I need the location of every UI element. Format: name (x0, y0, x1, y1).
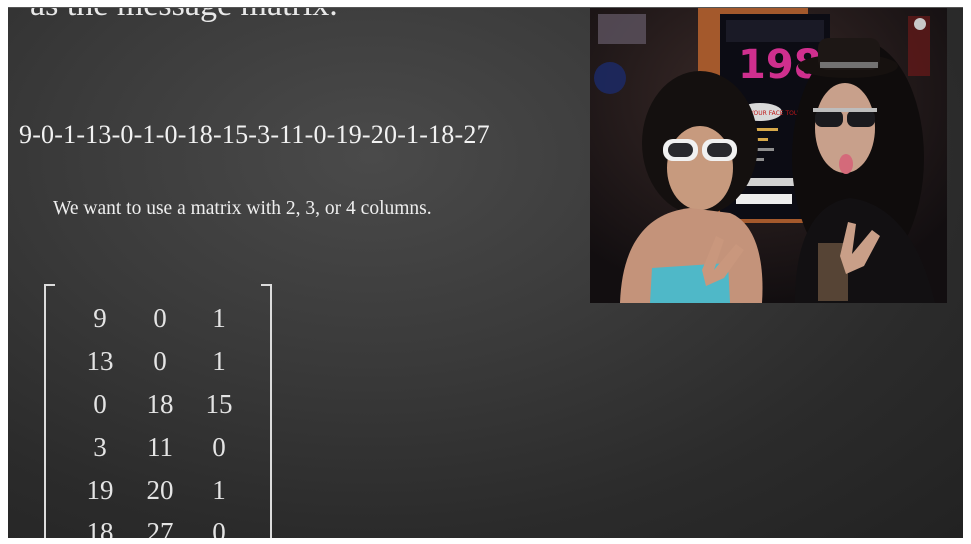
matrix-cell: 15 (205, 389, 233, 419)
matrix-cell: 3 (93, 432, 107, 462)
matrix-cell: 1 (212, 303, 226, 333)
matrix-cell: 0 (212, 432, 226, 462)
matrix-cell: 19 (86, 475, 114, 505)
number-sequence: 9-0-1-13-0-1-0-18-15-3-11-0-19-20-1-18-2… (19, 120, 490, 149)
matrix-right-bracket (261, 284, 272, 538)
matrix-cell: 11 (147, 432, 173, 462)
message-matrix: 9 0 1 13 0 1 0 18 15 3 11 0 19 20 1 18 2… (44, 284, 272, 538)
matrix-cell: 1 (212, 346, 226, 376)
matrix-cell: 0 (93, 389, 107, 419)
matrix-cell: 27 (146, 517, 174, 539)
instruction-text: We want to use a matrix with 2, 3, or 4 … (53, 198, 432, 219)
matrix-cell: 18 (86, 517, 114, 539)
matrix-left-bracket (44, 284, 55, 538)
matrix-cell: 0 (153, 303, 167, 333)
matrix-cell: 0 (153, 346, 167, 376)
matrix-cell: 1 (212, 475, 226, 505)
slide-title-partial: as the message matrix. (30, 8, 338, 24)
matrix-cell: 0 (212, 517, 226, 539)
party-photo: 198 IN YOUR FACE TOUR (590, 8, 947, 303)
matrix-cell: 13 (86, 346, 114, 376)
party-photo-illustration: 198 IN YOUR FACE TOUR (590, 8, 947, 303)
matrix-cell: 18 (146, 389, 174, 419)
matrix-cell: 9 (93, 303, 107, 333)
slide: as the message matrix. 9-0-1-13-0-1-0-18… (8, 7, 963, 538)
matrix-cell: 20 (146, 475, 174, 505)
